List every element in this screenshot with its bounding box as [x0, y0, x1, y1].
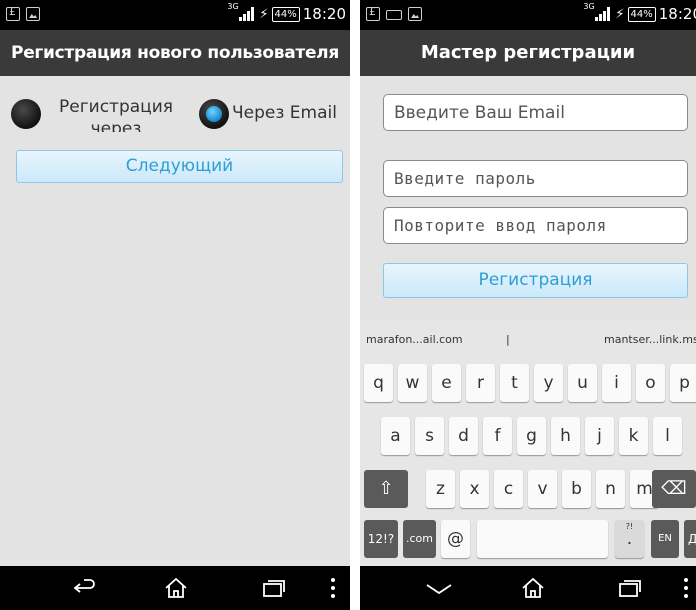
battery-level: 44%: [271, 6, 300, 22]
keyboard-notification-icon: [386, 10, 402, 20]
shift-key[interactable]: ⇧: [364, 470, 408, 508]
radio-phone-registration[interactable]: [11, 99, 41, 129]
register-button[interactable]: Регистрация: [383, 263, 688, 298]
email-field[interactable]: [383, 94, 688, 131]
language-key[interactable]: EN: [651, 520, 679, 558]
key-g[interactable]: g: [517, 417, 546, 455]
status-bar: 3G ⚡ 44% 18:20: [360, 0, 696, 30]
key-b[interactable]: b: [562, 470, 591, 508]
key-t[interactable]: t: [500, 364, 529, 402]
key-f[interactable]: f: [483, 417, 512, 455]
charging-icon: ⚡: [259, 6, 269, 22]
key-a[interactable]: a: [381, 417, 410, 455]
charging-icon: ⚡: [615, 6, 625, 22]
radio-email-label[interactable]: Через Email: [232, 103, 337, 123]
key-d[interactable]: d: [449, 417, 478, 455]
next-button[interactable]: Следующий: [16, 150, 343, 183]
key-n[interactable]: n: [596, 470, 625, 508]
password-repeat-field[interactable]: [383, 207, 688, 244]
back-icon[interactable]: [72, 576, 98, 600]
registration-wizard-screen: 3G ⚡ 44% 18:20 Мастер регистрации Регист…: [360, 0, 696, 610]
soft-keyboard: marafon...ail.com | mantser...link.ms q …: [360, 320, 696, 566]
image-notification-icon: [408, 7, 422, 21]
home-icon[interactable]: [520, 576, 546, 600]
key-i[interactable]: i: [602, 364, 631, 402]
signal-icon: 3G: [583, 2, 611, 21]
page-title: Регистрация нового пользователя: [0, 30, 350, 76]
recent-apps-icon[interactable]: [260, 576, 286, 600]
signal-icon: 3G: [227, 2, 255, 21]
page-title: Мастер регистрации: [360, 30, 696, 76]
key-y[interactable]: y: [534, 364, 563, 402]
delete-key[interactable]: ⌫: [652, 470, 696, 508]
key-r[interactable]: r: [466, 364, 495, 402]
key-l[interactable]: l: [653, 417, 682, 455]
key-k[interactable]: k: [619, 417, 648, 455]
clock: 18:20: [658, 5, 696, 23]
key-v[interactable]: v: [528, 470, 557, 508]
key-p[interactable]: p: [670, 364, 696, 402]
key-w[interactable]: w: [398, 364, 427, 402]
radio-phone-label[interactable]: Регистрация через телефон: [50, 96, 182, 132]
suggestion-bar: marafon...ail.com | mantser...link.ms: [360, 320, 696, 358]
key-h[interactable]: h: [551, 417, 580, 455]
dotcom-key[interactable]: .com: [403, 520, 436, 558]
registration-choice-screen: 3G ⚡ 44% 18:20 Регистрация нового пользо…: [0, 0, 350, 610]
money-notification-icon: [6, 5, 20, 21]
key-e[interactable]: e: [432, 364, 461, 402]
password-field[interactable]: [383, 160, 688, 197]
suggestion-item[interactable]: marafon...ail.com: [366, 333, 463, 346]
at-key[interactable]: @: [441, 520, 470, 558]
suggestion-divider: |: [506, 333, 510, 346]
money-notification-icon: [366, 5, 380, 21]
key-j[interactable]: j: [585, 417, 614, 455]
suggestion-item[interactable]: mantser...link.ms: [604, 333, 696, 346]
key-o[interactable]: o: [636, 364, 665, 402]
clock: 18:20: [302, 5, 346, 23]
image-notification-icon: [26, 7, 40, 21]
recent-apps-icon[interactable]: [616, 576, 642, 600]
home-icon[interactable]: [163, 576, 189, 600]
status-bar: 3G ⚡ 44% 18:20: [0, 0, 350, 30]
period-key[interactable]: ?! .: [615, 520, 644, 558]
navigation-bar: [0, 566, 350, 610]
key-s[interactable]: s: [415, 417, 444, 455]
radio-email-registration[interactable]: [199, 99, 229, 129]
navigation-bar: [360, 566, 696, 610]
key-x[interactable]: x: [460, 470, 489, 508]
next-action-key[interactable]: Далее: [684, 520, 696, 558]
registration-method-group: Регистрация через телефон Через Email: [0, 96, 350, 132]
symbols-key[interactable]: 12!?: [364, 520, 398, 558]
key-z[interactable]: z: [426, 470, 455, 508]
menu-icon[interactable]: [684, 578, 688, 598]
key-u[interactable]: u: [568, 364, 597, 402]
key-q[interactable]: q: [364, 364, 393, 402]
key-c[interactable]: c: [494, 470, 523, 508]
space-key[interactable]: [477, 520, 608, 558]
hide-keyboard-icon[interactable]: [426, 576, 452, 600]
period-alt-label: ?!: [625, 522, 634, 531]
menu-icon[interactable]: [331, 578, 335, 598]
battery-level: 44%: [627, 6, 656, 22]
